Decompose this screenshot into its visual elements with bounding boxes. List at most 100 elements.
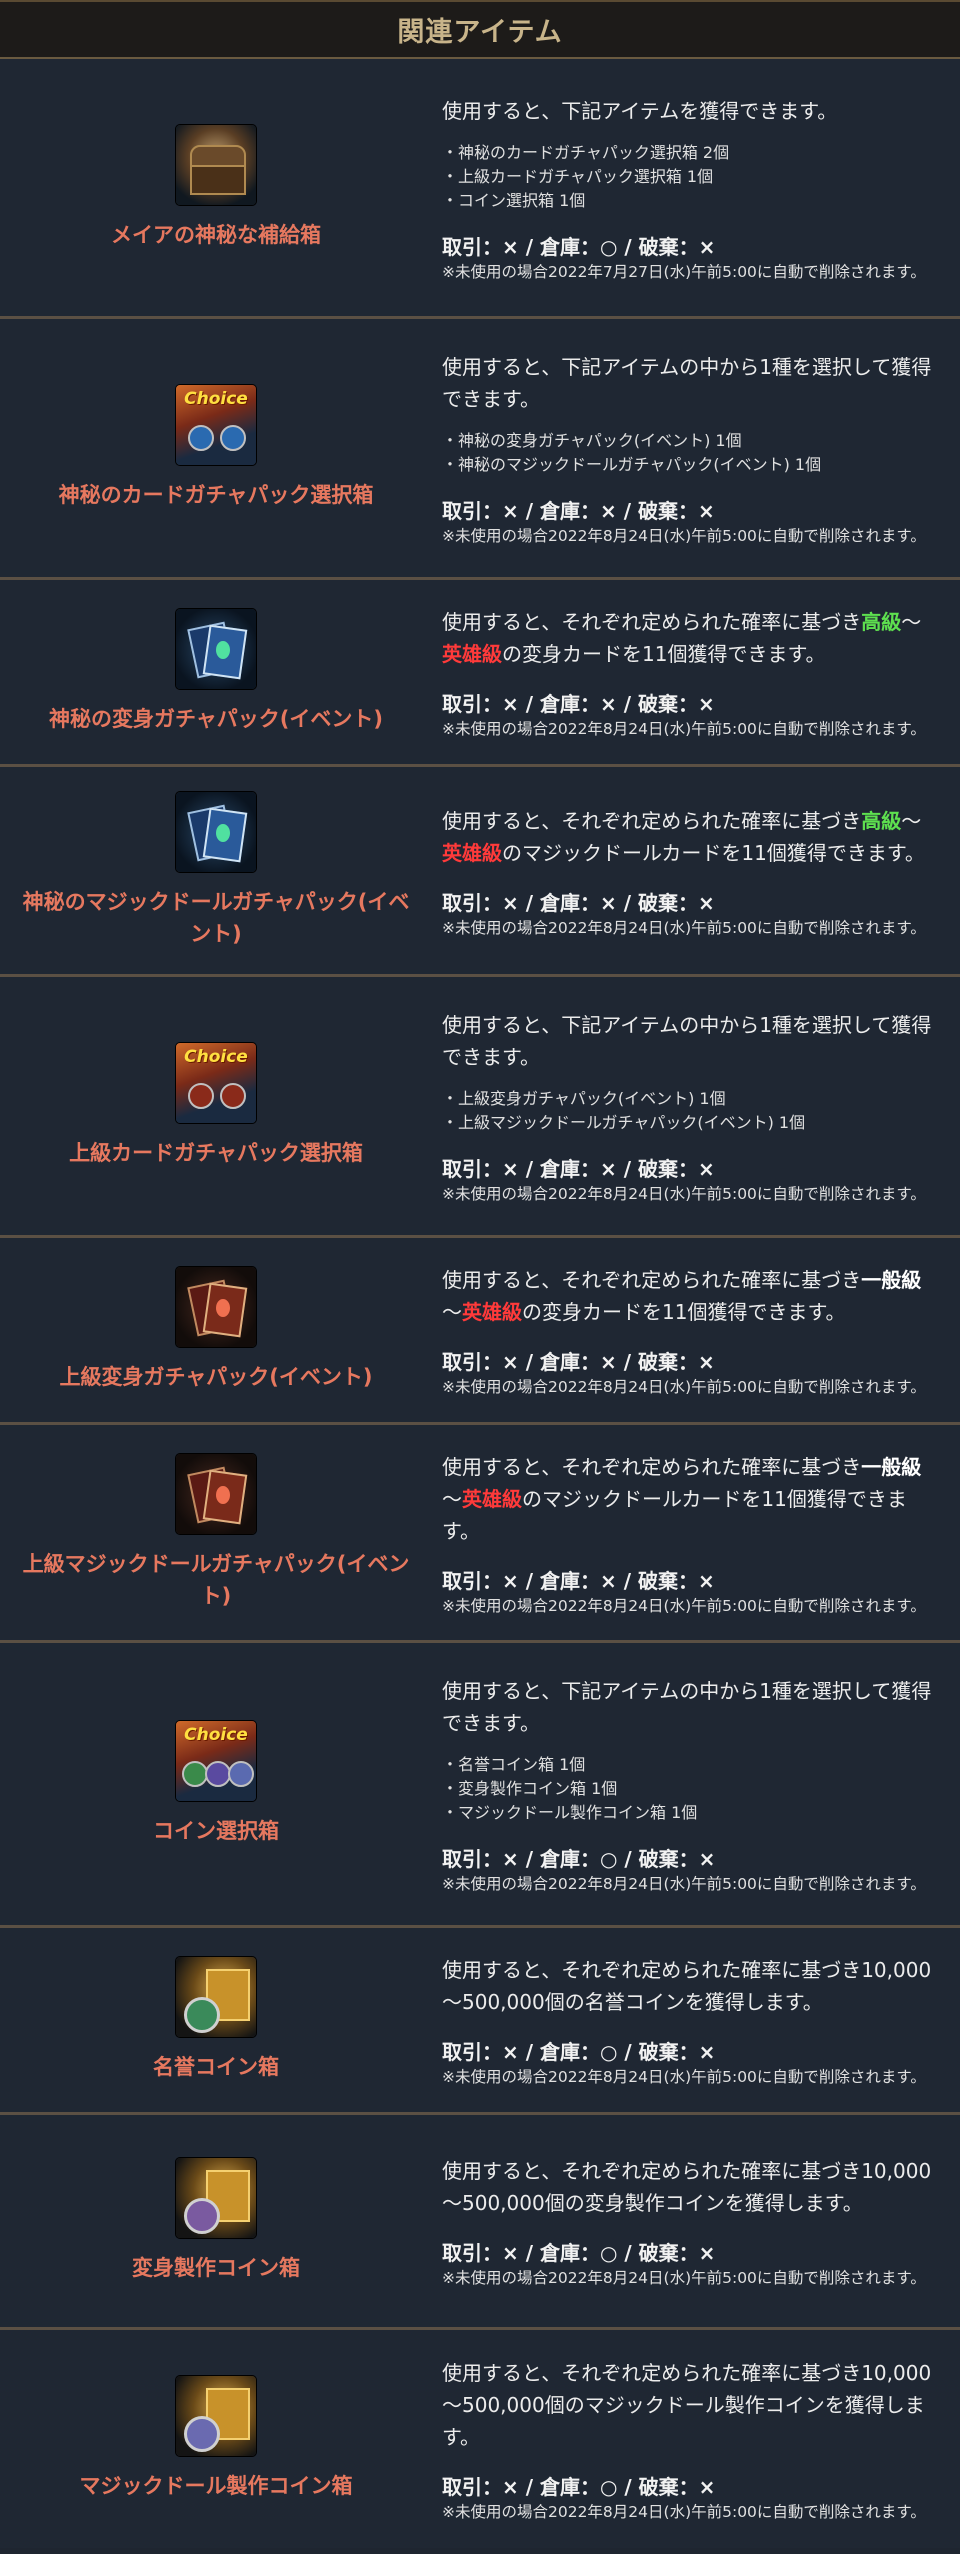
item-row: マジックドール製作コイン箱 使用すると、それぞれ定められた確率に基づき10,00…: [0, 2330, 960, 2548]
item-name: 上級マジックドールガチャパック(イベント): [22, 1551, 410, 1608]
expiry-note: ※未使用の場合2022年8月24日(水)午前5:00に自動で削除されます。: [442, 527, 926, 545]
trade-status: 取引：× / 倉庫：× / 破棄：×: [442, 1157, 715, 1181]
list-item: ・上級変身ガチャパック(イベント) 1個: [442, 1089, 726, 1108]
expiry-note: ※未使用の場合2022年8月24日(水)午前5:00に自動で削除されます。: [442, 2503, 926, 2521]
trade-status: 取引：× / 倉庫：× / 破棄：×: [442, 692, 715, 716]
section-header: 関連アイテム: [0, 0, 960, 59]
item-details: 使用すると、下記アイテムの中から1種を選択して獲得できます。 ・上級変身ガチャパ…: [432, 977, 960, 1235]
item-left: 変身製作コイン箱: [0, 2115, 432, 2327]
item-left: メイアの神秘な補給箱: [0, 59, 432, 316]
trade-status: 取引：× / 倉庫：○ / 破棄：×: [442, 1847, 716, 1871]
item-description: 使用すると、それぞれ定められた確率に基づき高級～英雄級のマジックドールカードを1…: [442, 808, 925, 865]
expiry-note: ※未使用の場合2022年7月27日(水)午前5:00に自動で削除されます。: [442, 262, 926, 281]
item-details: 使用すると、下記アイテムの中から1種を選択して獲得できます。 ・神秘の変身ガチャ…: [432, 319, 960, 577]
item-left: 神秘のマジックドールガチャパック(イベント): [0, 767, 432, 974]
item-left: 神秘の変身ガチャパック(イベント): [0, 580, 432, 764]
item-details: 使用すると、それぞれ定められた確率に基づき一般級～英雄級のマジックドールカードを…: [432, 1425, 960, 1640]
item-left: 上級マジックドールガチャパック(イベント): [0, 1425, 432, 1640]
item-row: 神秘の変身ガチャパック(イベント) 使用すると、それぞれ定められた確率に基づき高…: [0, 580, 960, 767]
item-details: 使用すると、それぞれ定められた確率に基づき10,000～500,000個の変身製…: [432, 2115, 960, 2327]
grade-normal: 一般級: [861, 1268, 922, 1292]
item-details: 使用すると、それぞれ定められた確率に基づき一般級～英雄級の変身カードを11個獲得…: [432, 1238, 960, 1422]
item-description: 使用すると、下記アイテムの中から1種を選択して獲得できます。: [442, 1013, 932, 1069]
item-details: 使用すると、それぞれ定められた確率に基づき10,000～500,000個のマジッ…: [432, 2330, 960, 2548]
red-card-pack-icon: [176, 1267, 256, 1347]
list-item: ・上級マジックドールガチャパック(イベント) 1個: [442, 1113, 806, 1132]
item-left: 名誉コイン箱: [0, 1928, 432, 2112]
grade-normal: 一般級: [861, 1454, 922, 1479]
item-row: 変身製作コイン箱 使用すると、それぞれ定められた確率に基づき10,000～500…: [0, 2115, 960, 2330]
grade-hero: 英雄級: [462, 1300, 522, 1324]
related-items-page: 関連アイテム メイアの神秘な補給箱 使用すると、下記アイテムを獲得できます。 ・…: [0, 0, 960, 2548]
grade-hero: 英雄級: [442, 840, 502, 865]
item-contents-list: ・神秘の変身ガチャパック(イベント) 1個 ・神秘のマジックドールガチャパック(…: [442, 429, 936, 477]
item-contents-list: ・神秘のカードガチャパック選択箱 2個 ・上級カードガチャパック選択箱 1個 ・…: [442, 141, 936, 213]
item-details: 使用すると、下記アイテムの中から1種を選択して獲得できます。 ・名誉コイン箱 1…: [432, 1643, 960, 1925]
choice-tag: Choice: [184, 389, 248, 409]
expiry-note: ※未使用の場合2022年8月24日(水)午前5:00に自動で削除されます。: [442, 1596, 926, 1615]
item-row: 神秘のマジックドールガチャパック(イベント) 使用すると、それぞれ定められた確率…: [0, 767, 960, 977]
item-row: 名誉コイン箱 使用すると、それぞれ定められた確率に基づき10,000～500,0…: [0, 1928, 960, 2115]
item-name: 上級変身ガチャパック(イベント): [59, 1365, 373, 1389]
item-name: マジックドール製作コイン箱: [79, 2474, 353, 2498]
item-left: Choice 神秘のカードガチャパック選択箱: [0, 319, 432, 577]
gold-coin-box-icon: [176, 1957, 256, 2037]
grade-hero: 英雄級: [442, 642, 502, 666]
item-name: 上級カードガチャパック選択箱: [69, 1141, 363, 1165]
trade-status: 取引：× / 倉庫：× / 破棄：×: [442, 890, 715, 915]
item-row: Choice 上級カードガチャパック選択箱 使用すると、下記アイテムの中から1種…: [0, 977, 960, 1238]
list-item: ・変身製作コイン箱 1個: [442, 1779, 618, 1798]
trade-status: 取引：× / 倉庫：○ / 破棄：×: [442, 2475, 716, 2499]
gold-coin-box-icon: [176, 2376, 256, 2456]
list-item: ・神秘の変身ガチャパック(イベント) 1個: [442, 431, 742, 450]
item-description: 使用すると、それぞれ定められた確率に基づき10,000～500,000個のマジッ…: [442, 2361, 932, 2449]
list-item: ・コイン選択箱 1個: [442, 190, 586, 210]
expiry-note: ※未使用の場合2022年8月24日(水)午前5:00に自動で削除されます。: [442, 1378, 926, 1396]
choice-box-icon: Choice: [176, 1043, 256, 1123]
expiry-note: ※未使用の場合2022年8月24日(水)午前5:00に自動で削除されます。: [442, 1185, 926, 1203]
trade-status: 取引：× / 倉庫：× / 破棄：×: [442, 1350, 715, 1374]
trade-status: 取引：× / 倉庫：○ / 破棄：×: [442, 2040, 716, 2064]
item-name: 神秘のカードガチャパック選択箱: [58, 483, 374, 507]
expiry-note: ※未使用の場合2022年8月24日(水)午前5:00に自動で削除されます。: [442, 720, 926, 738]
item-name: 名誉コイン箱: [153, 2055, 279, 2079]
item-left: 上級変身ガチャパック(イベント): [0, 1238, 432, 1422]
card-pack-icon: [176, 791, 256, 872]
item-description: 使用すると、それぞれ定められた確率に基づき一般級～英雄級の変身カードを11個獲得…: [442, 1268, 922, 1324]
choice-box-icon: Choice: [176, 385, 256, 465]
item-row: 上級マジックドールガチャパック(イベント) 使用すると、それぞれ定められた確率に…: [0, 1425, 960, 1643]
item-name: 神秘のマジックドールガチャパック(イベント): [22, 889, 410, 946]
expiry-note: ※未使用の場合2022年8月24日(水)午前5:00に自動で削除されます。: [442, 2269, 926, 2287]
item-contents-list: ・名誉コイン箱 1個 ・変身製作コイン箱 1個 ・マジックドール製作コイン箱 1…: [442, 1753, 936, 1825]
item-description: 使用すると、それぞれ定められた確率に基づき10,000～500,000個の名誉コ…: [442, 1958, 932, 2014]
item-left: Choice 上級カードガチャパック選択箱: [0, 977, 432, 1235]
red-card-pack-icon: [176, 1453, 256, 1534]
item-description: 使用すると、下記アイテムの中から1種を選択して獲得できます。: [442, 355, 932, 411]
trade-status: 取引：× / 倉庫：× / 破棄：×: [442, 1568, 715, 1593]
item-description: 使用すると、それぞれ定められた確率に基づき高級～英雄級の変身カードを11個獲得で…: [442, 610, 922, 666]
section-title: 関連アイテム: [397, 17, 563, 48]
choice-tag: Choice: [184, 1725, 248, 1745]
item-details: 使用すると、それぞれ定められた確率に基づき高級～英雄級のマジックドールカードを1…: [432, 767, 960, 974]
choice-box-icon: Choice: [176, 1721, 256, 1801]
list-item: ・神秘のカードガチャパック選択箱 2個: [442, 142, 730, 162]
trade-status: 取引：× / 倉庫：○ / 破棄：×: [442, 2241, 716, 2265]
trade-status: 取引：× / 倉庫：○ / 破棄：×: [442, 234, 716, 259]
expiry-note: ※未使用の場合2022年8月24日(水)午前5:00に自動で削除されます。: [442, 2068, 926, 2086]
trade-status: 取引：× / 倉庫：× / 破棄：×: [442, 499, 715, 523]
item-row: Choice 神秘のカードガチャパック選択箱 使用すると、下記アイテムの中から1…: [0, 319, 960, 580]
item-description: 使用すると、下記アイテムの中から1種を選択して獲得できます。: [442, 1679, 932, 1735]
item-row: メイアの神秘な補給箱 使用すると、下記アイテムを獲得できます。 ・神秘のカードガ…: [0, 59, 960, 319]
list-item: ・名誉コイン箱 1個: [442, 1755, 586, 1774]
item-details: 使用すると、それぞれ定められた確率に基づき10,000～500,000個の名誉コ…: [432, 1928, 960, 2112]
card-pack-icon: [176, 609, 256, 689]
item-name: コイン選択箱: [153, 1819, 279, 1843]
list-item: ・上級カードガチャパック選択箱 1個: [442, 166, 714, 186]
grade-high: 高級: [861, 808, 902, 833]
item-name: メイアの神秘な補給箱: [111, 222, 321, 247]
item-details: 使用すると、それぞれ定められた確率に基づき高級～英雄級の変身カードを11個獲得で…: [432, 580, 960, 764]
list-item: ・マジックドール製作コイン箱 1個: [442, 1803, 698, 1822]
grade-hero: 英雄級: [462, 1486, 522, 1511]
gold-coin-box-icon: [176, 2158, 256, 2238]
expiry-note: ※未使用の場合2022年8月24日(水)午前5:00に自動で削除されます。: [442, 918, 926, 937]
